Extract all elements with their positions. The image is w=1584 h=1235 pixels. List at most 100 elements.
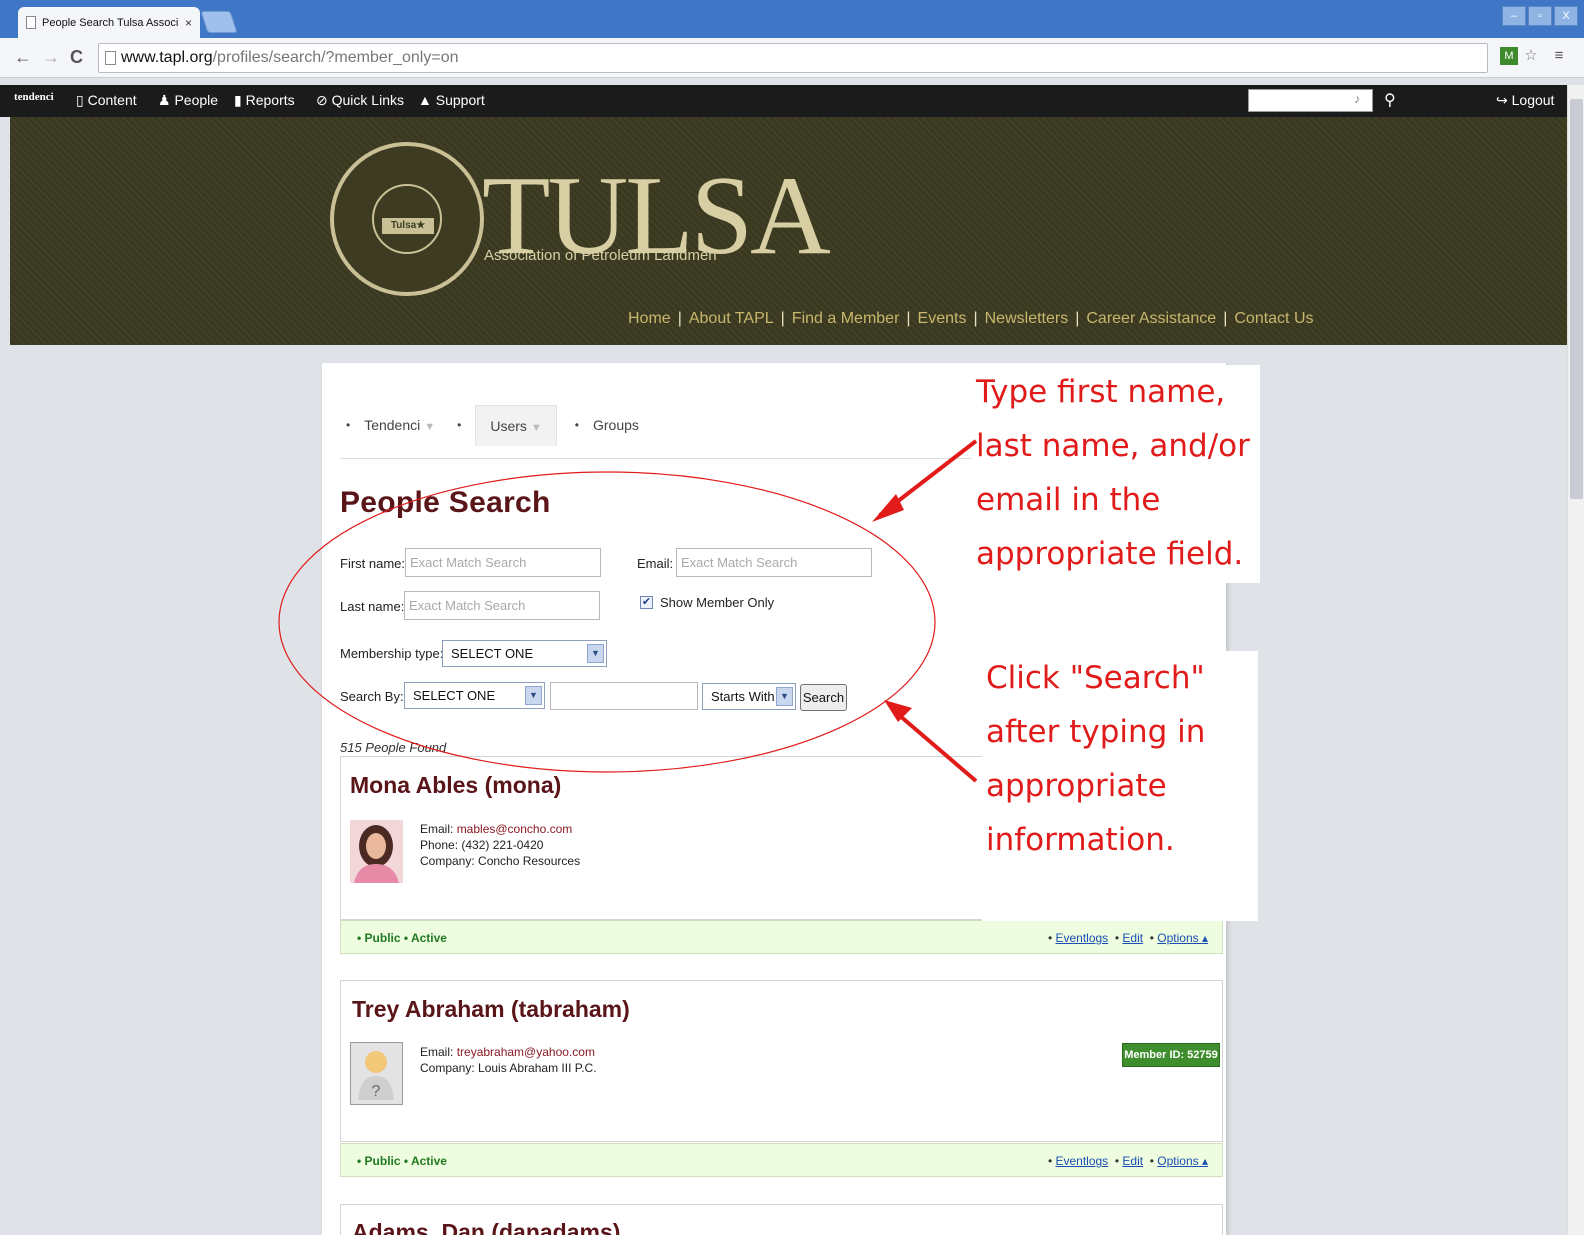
logout-label: Logout (1511, 92, 1555, 108)
member-id-badge: Member ID: 52759 (1122, 1043, 1220, 1067)
svg-text:?: ? (372, 1083, 381, 1100)
email-label: Email: (420, 822, 454, 836)
microphone-icon[interactable]: ♪ (1354, 91, 1361, 106)
brand-subtitle: Association of Petroleum Landmen (484, 247, 717, 264)
admin-menu-people[interactable]: ♟ People (158, 92, 218, 109)
address-bar-row: ← → C www.tapl.org/profiles/search/?memb… (0, 38, 1584, 78)
membership-type-select[interactable]: SELECT ONE ▼ (442, 640, 607, 667)
close-window-button[interactable]: X (1554, 6, 1578, 26)
new-tab-button[interactable] (200, 11, 238, 33)
nav-career[interactable]: Career Assistance (1086, 310, 1216, 327)
subnav-users[interactable]: Users ▼ (475, 404, 557, 446)
seal-label: Tulsa★ (382, 218, 434, 234)
nav-find-member[interactable]: Find a Member (792, 310, 900, 327)
subnav-tendenci[interactable]: Tendenci ▼ (364, 417, 435, 433)
person-details: Email: mables@concho.com Phone: (432) 22… (420, 821, 580, 869)
entry-actions: • Eventlogs • Edit • Options ▴ (1047, 931, 1208, 945)
eventlogs-link[interactable]: Eventlogs (1055, 1154, 1108, 1168)
person-name[interactable]: Mona Ables (mona) (350, 772, 561, 799)
chevron-down-icon: ▼ (424, 421, 436, 433)
email-input[interactable]: Exact Match Search (676, 548, 872, 577)
nav-home[interactable]: Home (628, 310, 671, 327)
url-field[interactable]: www.tapl.org/profiles/search/?member_onl… (98, 43, 1488, 73)
search-by-select[interactable]: SELECT ONE ▼ (404, 682, 545, 709)
minimize-button[interactable]: – (1502, 6, 1526, 26)
back-icon[interactable]: ← (14, 47, 32, 68)
link-icon: ⊘ (316, 92, 332, 108)
select-value: SELECT ONE (413, 688, 496, 703)
eventlogs-link[interactable]: Eventlogs (1055, 931, 1108, 945)
nav-newsletters[interactable]: Newsletters (985, 310, 1069, 327)
avatar[interactable] (350, 820, 403, 883)
person-details: Email: treyabraham@yahoo.com Company: Lo… (420, 1044, 597, 1076)
forward-icon[interactable]: → (42, 47, 60, 68)
first-name-label: First name: (340, 556, 406, 571)
email-label: Email: (420, 1045, 454, 1059)
annotation-line: appropriate (986, 768, 1167, 804)
phone-text: Phone: (432) 221-0420 (420, 838, 544, 852)
close-tab-icon[interactable]: × (185, 16, 192, 30)
search-by-label: Search By: (340, 689, 404, 704)
search-text-input[interactable] (550, 682, 698, 710)
menu-icon[interactable]: ≡ (1550, 47, 1568, 65)
page-scrollbar[interactable] (1567, 85, 1584, 1235)
admin-menu-reports[interactable]: ▮ Reports (234, 92, 295, 109)
last-name-label: Last name: (340, 599, 405, 614)
membership-type-label: Membership type: (340, 646, 444, 661)
bullet: • (346, 418, 351, 432)
options-link[interactable]: Options ▴ (1157, 1154, 1208, 1168)
bookmark-star-icon[interactable]: ☆ (1522, 47, 1540, 65)
admin-menu-quick-links[interactable]: ⊘ Quick Links (316, 92, 404, 109)
options-link[interactable]: Options ▴ (1157, 931, 1208, 945)
avatar-photo (350, 820, 403, 883)
logout-link[interactable]: ↪ Logout (1496, 92, 1554, 109)
admin-menu-content[interactable]: ▯ Content (76, 92, 137, 109)
annotation-line: Click "Search" (986, 660, 1205, 696)
subnav-groups[interactable]: Groups (593, 417, 639, 433)
search-icon[interactable]: ⚲ (1384, 90, 1396, 110)
member-only-checkbox[interactable]: ✔ (640, 596, 653, 609)
nav-contact[interactable]: Contact Us (1234, 310, 1313, 327)
member-only-label: Show Member Only (660, 595, 775, 610)
scrollbar-thumb[interactable] (1570, 99, 1583, 499)
last-name-input[interactable]: Exact Match Search (404, 591, 600, 620)
chevron-down-icon: ▼ (525, 686, 542, 705)
results-count: 515 People Found (340, 740, 447, 755)
tendenci-logo[interactable]: tendenci (14, 91, 54, 103)
browser-tab[interactable]: People Search Tulsa Associat × (18, 7, 200, 38)
match-type-select[interactable]: Starts With ▼ (702, 683, 796, 710)
nav-about[interactable]: About TAPL (689, 310, 774, 327)
select-value: Starts With (711, 689, 775, 704)
maximize-button[interactable]: ▫ (1528, 6, 1552, 26)
edit-link[interactable]: Edit (1122, 1154, 1143, 1168)
entry-footer: • Public • Active • Eventlogs • Edit • O… (340, 920, 1223, 954)
edit-link[interactable]: Edit (1122, 931, 1143, 945)
email-link[interactable]: treyabraham@yahoo.com (457, 1045, 595, 1059)
reload-icon[interactable]: C (70, 47, 83, 68)
person-name[interactable]: Trey Abraham (tabraham) (352, 996, 630, 1023)
nav-separator: | (1223, 310, 1228, 327)
admin-menu-label: Reports (245, 92, 295, 108)
entry-actions: • Eventlogs • Edit • Options ▴ (1047, 1154, 1208, 1168)
nav-separator: | (677, 310, 682, 327)
sub-navigation: • Tendenci ▼ • Users ▼ • Groups (340, 403, 639, 447)
extension-icon[interactable]: M (1500, 47, 1518, 65)
company-text: Company: Concho Resources (420, 854, 581, 868)
admin-menu-label: Quick Links (331, 92, 404, 108)
annotation-note-fields: Type first name, last name, and/or email… (972, 365, 1260, 583)
subnav-label: Users (490, 417, 527, 434)
status-text: • Public • Active (357, 1154, 447, 1168)
admin-menu-support[interactable]: ▲ Support (418, 92, 485, 108)
person-name[interactable]: Adams, Dan (danadams) (352, 1219, 620, 1235)
annotation-line: appropriate field. (976, 536, 1244, 572)
search-button[interactable]: Search (800, 684, 847, 711)
entry-footer: • Public • Active • Eventlogs • Edit • O… (340, 1143, 1223, 1177)
tab-title: People Search Tulsa Associat (42, 16, 179, 29)
chevron-down-icon: ▼ (587, 644, 604, 663)
email-link[interactable]: mables@concho.com (457, 822, 573, 836)
nav-separator: | (1075, 310, 1080, 327)
first-name-input[interactable]: Exact Match Search (405, 548, 601, 577)
nav-separator: | (906, 310, 911, 327)
avatar[interactable]: ? (350, 1042, 403, 1105)
nav-events[interactable]: Events (918, 310, 967, 327)
